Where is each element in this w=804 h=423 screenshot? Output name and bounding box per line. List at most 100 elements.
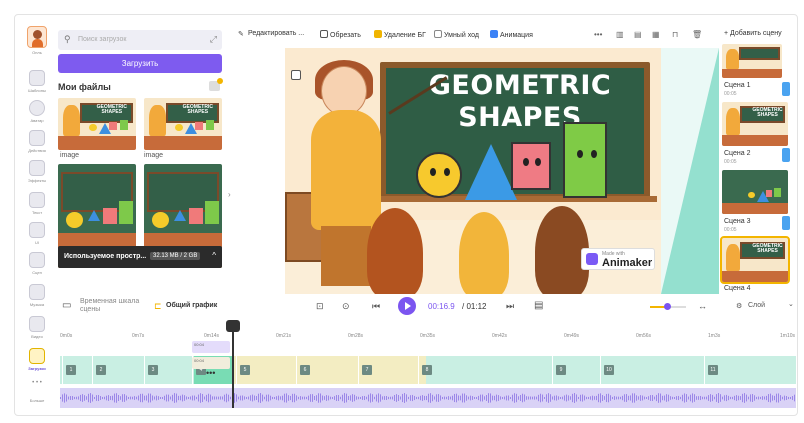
rail-item-more[interactable]: • • • Больше — [22, 380, 52, 403]
rail-label: Опль — [32, 50, 42, 55]
new-folder-icon[interactable] — [209, 78, 223, 91]
file-thumbnail[interactable]: GEOMETRIC SHAPES — [58, 98, 136, 150]
scene-timeline-icon[interactable]: ▭ — [62, 300, 71, 311]
scene-timeline-tab[interactable]: Временная шкала сцены — [80, 298, 140, 314]
layers-icon[interactable]: ▥ — [616, 30, 624, 39]
scene-number-badge[interactable]: 10 — [604, 365, 614, 375]
scene-number-badge[interactable]: 5 — [240, 365, 250, 375]
scene-card[interactable]: Сцена 3 00:05 — [722, 168, 790, 234]
remove-bg-button[interactable]: Удаление БГ — [374, 30, 426, 39]
upload-button[interactable]: Загрузить — [58, 54, 222, 73]
scene-options-icon[interactable]: ••• — [206, 368, 215, 378]
scene-number-badge[interactable]: 9 — [556, 365, 566, 375]
waveform-bar — [772, 395, 773, 401]
fit-width-icon[interactable]: ↔ — [698, 301, 707, 311]
fullscreen-icon[interactable] — [291, 70, 301, 80]
animation-button[interactable]: Анимация — [490, 30, 533, 39]
ruler-tick: 0m56s — [636, 333, 652, 339]
overall-timeline-tab[interactable]: Общий график — [166, 302, 217, 309]
storage-toggle[interactable]: ^ — [212, 251, 216, 260]
waveform-bar — [556, 395, 557, 401]
waveform-bar — [270, 395, 271, 401]
waveform-bar — [408, 396, 409, 400]
scene-canvas[interactable]: GEOMETRIC SHAPES Made with Animaker — [285, 48, 661, 294]
waveform-bar — [680, 396, 681, 400]
scene-card[interactable]: GEOMETRIC SHAPES Сцена 4 — [720, 236, 790, 296]
skip-back-icon[interactable]: ⏮ — [372, 301, 380, 312]
crop-button[interactable]: Обрезать — [320, 30, 361, 39]
add-scene-button[interactable]: + Добавить сцену — [724, 30, 782, 37]
waveform-bar — [596, 395, 597, 401]
rail-item-video[interactable]: Видео — [22, 316, 52, 339]
waveform-bar — [682, 394, 683, 402]
waveform-bar — [770, 393, 771, 403]
align-icon[interactable]: ▤ — [634, 30, 642, 39]
thumb-square — [109, 121, 118, 131]
rail-item-character[interactable]: Опль — [22, 26, 52, 55]
stack-icon[interactable]: ▦ — [652, 30, 660, 39]
scene-number-badge[interactable]: 7 — [362, 365, 372, 375]
waveform-bar — [230, 396, 231, 400]
waveform-bar — [430, 393, 431, 403]
lock-icon[interactable]: ⊓ — [672, 30, 678, 39]
ruler-tick: 0m28s — [348, 333, 364, 339]
rail-item-ui[interactable]: UI — [22, 222, 52, 245]
scene-number-badge[interactable]: 6 — [300, 365, 310, 375]
audio-track[interactable] — [60, 388, 796, 408]
thumb-circle — [748, 192, 755, 199]
play-button[interactable] — [398, 297, 416, 315]
rail-item-uploads[interactable]: Загрузки — [22, 348, 52, 371]
rail-item-avatar[interactable]: Аватар — [22, 100, 52, 123]
rail-item-actions[interactable]: Действия — [22, 130, 52, 153]
scene-menu-icon[interactable] — [782, 148, 790, 162]
scene-thumbnail — [722, 44, 782, 78]
rail-item-text[interactable]: Текст — [22, 192, 52, 215]
microphone-icon[interactable]: ⊙ — [342, 301, 350, 312]
edit-button[interactable]: ✎ Редактировать ... — [238, 30, 304, 38]
waveform-bar — [754, 395, 755, 401]
rail-item-music[interactable]: Музыка — [22, 284, 52, 307]
delete-icon[interactable]: 🗑 — [692, 30, 702, 39]
scene-number-badge[interactable]: 2 — [96, 365, 106, 375]
waveform-bar — [328, 395, 329, 401]
clip-top[interactable]: 00:04 — [192, 341, 230, 353]
waveform-bar — [86, 396, 87, 400]
scene-menu-icon[interactable] — [782, 216, 790, 230]
waveform-bar — [546, 394, 547, 402]
waveform-bar — [512, 394, 513, 402]
waveform-bar — [454, 393, 455, 403]
waveform-bar — [568, 395, 569, 401]
scene-number-badge[interactable]: 1 — [66, 365, 76, 375]
rail-item-effects[interactable]: Эффекты — [22, 160, 52, 183]
smart-move-button[interactable]: Умный ход — [434, 30, 479, 39]
scene-menu-icon[interactable] — [782, 82, 790, 96]
thumb-kids — [722, 202, 788, 214]
layer-button[interactable]: Слой — [748, 302, 765, 309]
scene-number-badge[interactable]: 3 — [148, 365, 158, 375]
waveform-bar — [340, 396, 341, 400]
playhead-handle[interactable] — [226, 320, 240, 332]
expand-icon[interactable]: ⤢ — [210, 34, 217, 45]
waveform-bar — [236, 394, 237, 402]
playhead[interactable] — [232, 330, 234, 408]
fit-screen-icon[interactable]: ⊡ — [316, 301, 324, 312]
rail-item-scene[interactable]: Сцен — [22, 252, 52, 275]
skip-forward-icon[interactable]: ⏭ — [506, 301, 514, 312]
waveform-bar — [496, 394, 497, 402]
scene-card[interactable]: GEOMETRIC SHAPES Сцена 2 00:05 — [722, 100, 790, 166]
scene-number-badge[interactable]: 11 — [708, 365, 718, 375]
waveform-bar — [228, 394, 229, 402]
subtitles-icon[interactable]: ▤ — [534, 300, 543, 311]
rail-item-templates[interactable]: Шаблоны — [22, 70, 52, 93]
waveform-bar — [164, 395, 165, 401]
scene-card[interactable]: Сцена 1 00:05 — [722, 42, 790, 100]
waveform-bar — [178, 395, 179, 401]
collapse-panel-icon[interactable]: › — [228, 190, 231, 199]
waveform-bar — [308, 395, 309, 401]
more-options-icon[interactable]: ••• — [594, 30, 602, 39]
scene-number-badge[interactable]: 8 — [422, 365, 432, 375]
search-input[interactable]: ⚲ Поиск загрузок ⤢ — [58, 30, 222, 50]
zoom-slider[interactable] — [664, 303, 671, 310]
chevron-down-icon[interactable]: ⌄ — [788, 300, 794, 308]
file-thumbnail[interactable]: GEOMETRIC SHAPES — [144, 98, 222, 150]
